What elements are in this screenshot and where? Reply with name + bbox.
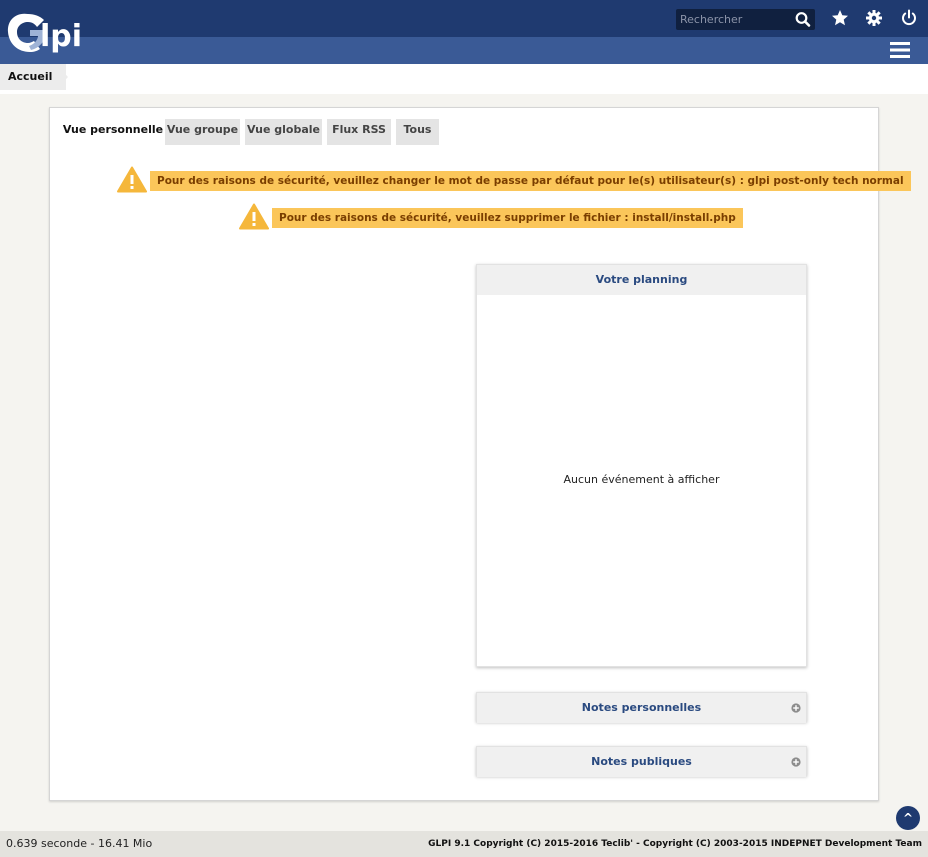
planning-empty-text: Aucun événement à afficher — [563, 473, 720, 486]
scroll-top-button[interactable]: ^ — [896, 806, 920, 830]
footer-copyright[interactable]: GLPI 9.1 Copyright (C) 2015-2016 Teclib'… — [428, 831, 922, 857]
expand-plus-icon[interactable] — [791, 757, 801, 767]
personal-notes-title: Notes personnelles — [581, 701, 702, 714]
planning-box: Votre planning Aucun événement à affiche… — [476, 264, 807, 667]
star-icon[interactable] — [831, 9, 849, 27]
warning-icon — [239, 203, 269, 230]
warning-icon — [117, 166, 147, 193]
tab-vue-personnelle[interactable]: Vue personnelle — [62, 119, 164, 145]
glpi-logo[interactable]: lpi — [4, 8, 104, 58]
planning-title[interactable]: Votre planning — [477, 265, 806, 295]
personal-notes-box: Notes personnelles — [476, 692, 807, 723]
gear-icon[interactable] — [865, 9, 883, 27]
footer: 0.639 seconde - 16.41 Mio GLPI 9.1 Copyr… — [0, 831, 928, 857]
menu-icon[interactable] — [889, 41, 911, 59]
tab-vue-groupe[interactable]: Vue groupe — [165, 119, 240, 145]
tab-tous[interactable]: Tous — [396, 119, 439, 145]
alert-text: Pour des raisons de sécurité, veuillez c… — [150, 171, 911, 191]
public-notes-box: Notes publiques — [476, 746, 807, 777]
sub-bar — [0, 37, 928, 64]
breadcrumb: Accueil — [0, 64, 928, 94]
footer-timing: 0.639 seconde - 16.41 Mio — [6, 837, 153, 850]
public-notes-header[interactable]: Notes publiques — [477, 747, 806, 777]
svg-text:lpi: lpi — [40, 19, 82, 54]
public-notes-title: Notes publiques — [591, 755, 692, 768]
alert-text: Pour des raisons de sécurité, veuillez s… — [272, 208, 743, 228]
expand-plus-icon[interactable] — [791, 703, 801, 713]
search-box — [676, 9, 815, 30]
main-panel: Vue personnelle Vue groupe Vue globale F… — [49, 107, 911, 801]
power-icon[interactable] — [900, 9, 918, 27]
tab-vue-globale[interactable]: Vue globale — [245, 119, 322, 145]
breadcrumb-arrow — [56, 64, 68, 90]
search-input[interactable] — [678, 11, 790, 28]
personal-notes-header[interactable]: Notes personnelles — [477, 693, 806, 723]
search-icon[interactable] — [794, 11, 812, 28]
tab-flux-rss[interactable]: Flux RSS — [327, 119, 391, 145]
